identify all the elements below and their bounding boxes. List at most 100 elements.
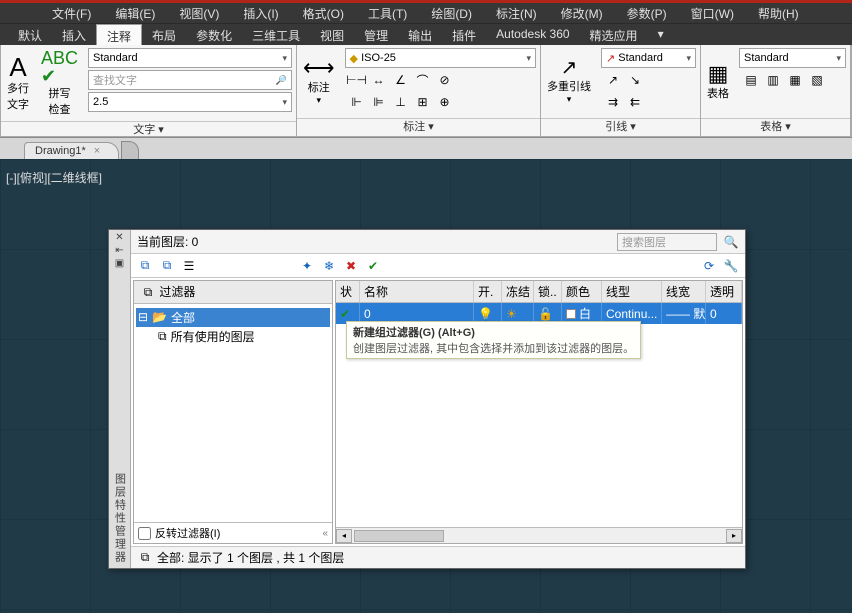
- pin-icon[interactable]: ⇤: [115, 245, 123, 256]
- ribbon-tab[interactable]: 插件: [442, 24, 486, 45]
- ribbon-overflow[interactable]: ▾: [648, 24, 674, 45]
- panel-label-text[interactable]: 文字 ▾: [1, 121, 296, 139]
- dim-center-icon[interactable]: ⊕: [437, 94, 453, 110]
- color-swatch[interactable]: [566, 309, 576, 319]
- table-download-icon[interactable]: ▦: [787, 72, 803, 88]
- dim-tolerance-icon[interactable]: ⊞: [415, 94, 431, 110]
- delete-layer-icon[interactable]: ✖: [343, 258, 359, 274]
- panel-label-table[interactable]: 表格 ▾: [701, 118, 850, 136]
- col-status[interactable]: 状: [336, 281, 360, 302]
- new-property-filter-icon[interactable]: ⧉: [137, 258, 153, 274]
- table-extract-icon[interactable]: ▤: [743, 72, 759, 88]
- col-freeze[interactable]: 冻结: [502, 281, 534, 302]
- new-tab-button[interactable]: [121, 141, 139, 159]
- col-transparency[interactable]: 透明: [706, 281, 742, 302]
- menu-item[interactable]: 工具(T): [356, 3, 419, 23]
- table-button[interactable]: ▦表格: [701, 45, 735, 118]
- panel-label-leader[interactable]: 引线 ▾: [541, 118, 700, 136]
- settings-icon[interactable]: 🔧: [723, 258, 739, 274]
- ribbon-tab[interactable]: 管理: [354, 24, 398, 45]
- layer-status-text: 全部: 显示了 1 个图层 , 共 1 个图层: [157, 549, 344, 566]
- menu-item[interactable]: 标注(N): [484, 3, 549, 23]
- menu-icon[interactable]: ▣: [115, 258, 124, 269]
- leader-add-icon[interactable]: ↗: [605, 72, 621, 88]
- viewport-label[interactable]: [-][俯视][二维线框]: [6, 169, 102, 186]
- menu-item[interactable]: 视图(V): [167, 3, 231, 23]
- layer-search-input[interactable]: 搜索图层: [617, 233, 717, 251]
- ribbon-tab[interactable]: 输出: [398, 24, 442, 45]
- dim-aligned-icon[interactable]: ↔: [371, 72, 387, 88]
- find-text-input[interactable]: 查找文字🔎: [88, 70, 292, 90]
- col-lineweight[interactable]: 线宽: [662, 281, 706, 302]
- text-height-combo[interactable]: 2.5▾: [88, 92, 292, 112]
- table-style-combo[interactable]: Standard▾: [739, 48, 846, 68]
- ribbon-tab[interactable]: Autodesk 360: [486, 24, 579, 45]
- menu-item[interactable]: 插入(I): [231, 3, 290, 23]
- ribbon-tab[interactable]: 参数化: [186, 24, 242, 45]
- sun-icon[interactable]: ☀: [506, 307, 517, 321]
- invert-filter-checkbox[interactable]: [138, 527, 151, 540]
- leader-remove-icon[interactable]: ↘: [627, 72, 643, 88]
- close-icon[interactable]: ×: [94, 145, 100, 157]
- col-name[interactable]: 名称: [360, 281, 474, 302]
- text-style-combo[interactable]: Standard▾: [88, 48, 292, 68]
- ribbon-tab[interactable]: 三维工具: [242, 24, 310, 45]
- scroll-thumb[interactable]: [354, 530, 444, 542]
- col-linetype[interactable]: 线型: [602, 281, 662, 302]
- dim-angular-icon[interactable]: ∠: [393, 72, 409, 88]
- binoculars-icon[interactable]: 🔎: [276, 75, 287, 86]
- filter-used-layers[interactable]: ⧉所有使用的图层: [136, 327, 330, 346]
- ribbon-tab[interactable]: 默认: [8, 24, 52, 45]
- layer-states-icon[interactable]: ☰: [181, 258, 197, 274]
- dim-baseline-icon[interactable]: ⊫: [371, 94, 387, 110]
- dim-ordinate-icon[interactable]: ⊥: [393, 94, 409, 110]
- dim-continue-icon[interactable]: ⊩: [349, 94, 365, 110]
- dim-radius-icon[interactable]: ⊘: [437, 72, 453, 88]
- panel-label-dim[interactable]: 标注 ▾: [297, 118, 540, 136]
- document-tab[interactable]: Drawing1*×: [24, 142, 119, 159]
- new-layer-vpfreeze-icon[interactable]: ❄: [321, 258, 337, 274]
- mtext-button[interactable]: A多行 文字: [1, 45, 35, 121]
- table-upload-icon[interactable]: ▧: [809, 72, 825, 88]
- new-group-filter-icon[interactable]: ⧉: [159, 258, 175, 274]
- resize-icon[interactable]: «: [322, 528, 328, 539]
- leader-collect-icon[interactable]: ⇇: [627, 94, 643, 110]
- new-layer-icon[interactable]: ✦: [299, 258, 315, 274]
- menu-item[interactable]: 格式(O): [291, 3, 356, 23]
- ribbon-tab[interactable]: 注释: [96, 24, 142, 45]
- menu-item[interactable]: 参数(P): [615, 3, 679, 23]
- dim-style-combo[interactable]: ◆ ISO-25▾: [345, 48, 536, 68]
- refresh-icon[interactable]: ⟳: [701, 258, 717, 274]
- scroll-right-button[interactable]: ▸: [726, 529, 742, 543]
- filter-all[interactable]: ⊟📂全部: [136, 308, 330, 327]
- lock-icon[interactable]: 🔓: [538, 307, 553, 321]
- search-icon[interactable]: 🔍: [723, 234, 739, 250]
- dim-arc-icon[interactable]: ⌒: [415, 72, 431, 88]
- drawing-viewport[interactable]: [-][俯视][二维线框] ✕ ⇤ ▣ 图层特性管理器 当前图层: 0 搜索图层…: [0, 159, 852, 613]
- menu-item[interactable]: 编辑(E): [103, 3, 167, 23]
- ribbon-tab[interactable]: 视图: [310, 24, 354, 45]
- bulb-icon[interactable]: 💡: [478, 307, 493, 321]
- col-lock[interactable]: 锁..: [534, 281, 562, 302]
- horizontal-scrollbar[interactable]: ◂ ▸: [336, 527, 742, 543]
- set-current-icon[interactable]: ✔: [365, 258, 381, 274]
- table-link-icon[interactable]: ▥: [765, 72, 781, 88]
- dim-linear-icon[interactable]: ⊢⊣: [349, 72, 365, 88]
- ribbon-tab[interactable]: 精选应用: [580, 24, 648, 45]
- menu-item[interactable]: 文件(F): [40, 3, 103, 23]
- menu-item[interactable]: 帮助(H): [746, 3, 811, 23]
- close-icon[interactable]: ✕: [115, 232, 123, 243]
- leader-style-combo[interactable]: ↗ Standard▾: [601, 48, 696, 68]
- menu-item[interactable]: 修改(M): [549, 3, 615, 23]
- ribbon-tab[interactable]: 布局: [142, 24, 186, 45]
- col-on[interactable]: 开.: [474, 281, 502, 302]
- col-color[interactable]: 颜色: [562, 281, 602, 302]
- mleader-button[interactable]: ↗多重引线▾: [541, 45, 597, 118]
- menu-item[interactable]: 绘图(D): [419, 3, 484, 23]
- leader-align-icon[interactable]: ⇉: [605, 94, 621, 110]
- spellcheck-button[interactable]: ABC✔拼写 检查: [35, 45, 84, 121]
- menu-item[interactable]: 窗口(W): [679, 3, 746, 23]
- dimension-button[interactable]: ⟷标注▾: [297, 45, 341, 118]
- scroll-left-button[interactable]: ◂: [336, 529, 352, 543]
- ribbon-tab[interactable]: 插入: [52, 24, 96, 45]
